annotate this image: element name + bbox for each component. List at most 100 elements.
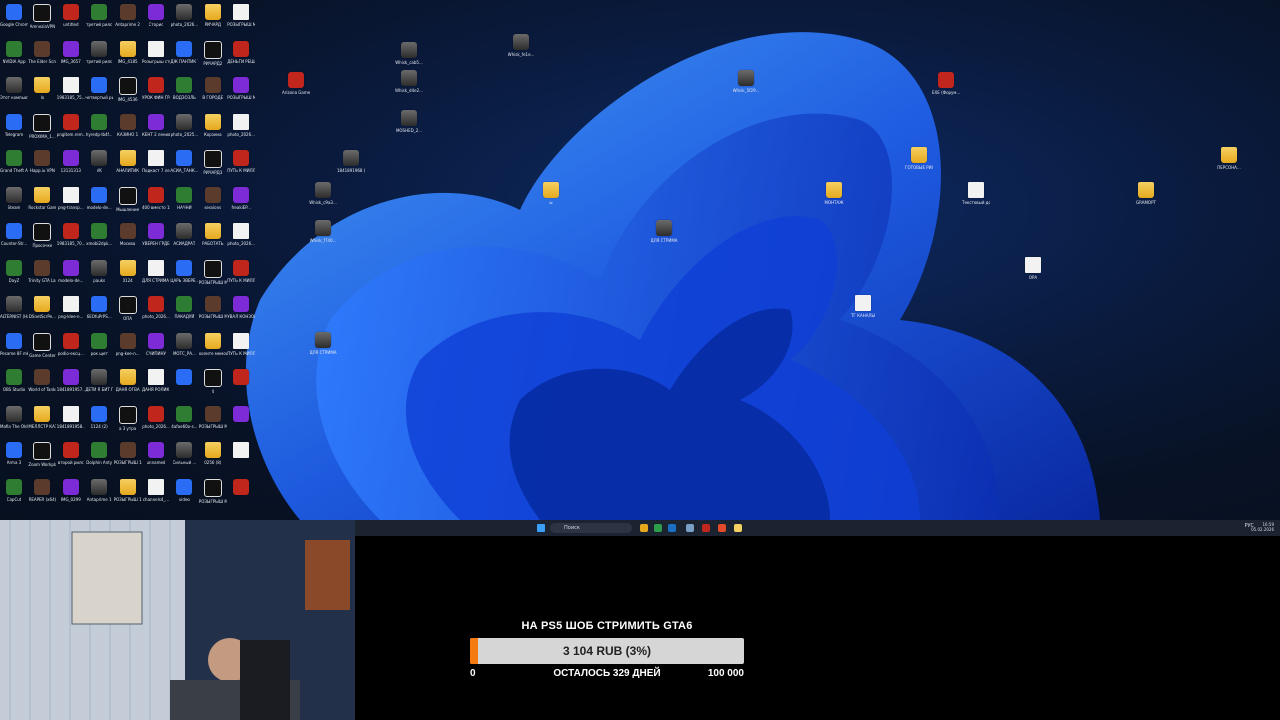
desktop-icon[interactable]: Happ.iu VPN xyxy=(29,150,55,173)
desktop-icon[interactable]: ПЕРСОНА... xyxy=(1216,147,1242,170)
desktop-icon[interactable]: Корзина xyxy=(200,113,226,137)
desktop-icon[interactable]: АСИАДРАТ xyxy=(171,223,197,246)
desktop-icon[interactable]: GRAMOPT xyxy=(1133,182,1159,205)
desktop-icon[interactable]: Steam xyxy=(1,186,27,210)
desktop-icon[interactable]: xmobi2dpk... xyxy=(86,223,112,246)
desktop-icon[interactable]: photo_2026... xyxy=(227,113,255,137)
desktop-icon[interactable]: третий рилс xyxy=(86,40,112,64)
desktop-icon[interactable]: 1983185_75... xyxy=(57,77,85,100)
taskbar-app-icon[interactable] xyxy=(734,524,742,532)
desktop-icon[interactable]: png-kee-n... xyxy=(115,332,141,356)
desktop-icon[interactable]: NVIDIA App xyxy=(1,40,27,64)
desktop-icon[interactable] xyxy=(228,369,254,387)
desktop-icon[interactable]: VK xyxy=(86,150,112,173)
desktop-icon[interactable]: ДЕНЬГИ РЕШАЮТ xyxy=(227,40,255,64)
desktop-icon[interactable] xyxy=(171,369,197,387)
desktop-icon[interactable]: IMG_3657 xyxy=(58,40,84,64)
desktop-icon[interactable]: ALTERNIST (Hacwpoil) xyxy=(0,296,28,319)
desktop-icon[interactable]: РОЗЫГРЫШ МЕЛЛСТР... xyxy=(199,405,227,429)
desktop-icon[interactable]: Whisk_d4e2... xyxy=(395,70,423,93)
desktop-icon[interactable]: РОЗЫГРЫШ МЕЛЛСТР... xyxy=(227,77,255,100)
desktop-icon[interactable]: Google Chrome xyxy=(0,4,28,27)
desktop-icon[interactable]: png-transp... xyxy=(58,186,84,210)
desktop-icon[interactable]: CapCut xyxy=(1,478,27,502)
desktop-icon[interactable]: hyredp-lb4f... xyxy=(86,113,112,137)
desktop-icon[interactable]: 4 xyxy=(200,369,226,394)
desktop-icon[interactable]: РИЧАРД3 xyxy=(200,150,226,175)
desktop-icon[interactable]: РОЗЫГРЫШ 1 xyxy=(114,442,142,465)
desktop-icon[interactable]: podio-ексц... xyxy=(58,332,84,356)
desktop-icon[interactable]: РОЗЫГРЫШ МЕЛЛСТР... xyxy=(199,259,227,285)
desktop-icon[interactable]: PROXIMA_1... xyxy=(29,113,56,139)
desktop-icon[interactable]: холите мемостройк xyxy=(199,332,227,356)
desktop-icon[interactable]: РАБОТАТЬ xyxy=(200,223,226,246)
windows-start-icon[interactable] xyxy=(537,524,545,532)
desktop-icon[interactable]: четвертый рилс xyxy=(85,77,113,100)
desktop-icon[interactable]: Whisk_c9a3... xyxy=(309,182,337,205)
desktop-icon[interactable]: 1841891957... xyxy=(57,369,85,392)
desktop-icon[interactable]: DSnetScrPe... xyxy=(29,296,56,319)
desktop-icon[interactable]: modelo-de... xyxy=(58,259,84,283)
desktop-icon[interactable]: IMG_4185 xyxy=(115,40,141,64)
desktop-icon[interactable]: 1124 (2) xyxy=(86,405,112,429)
desktop-icon[interactable]: Whisk_f740... xyxy=(310,220,336,243)
desktop-icon[interactable]: ОПА xyxy=(115,296,141,321)
desktop-icon[interactable]: photo_2026... xyxy=(142,405,170,429)
desktop-icon[interactable]: freakiEP... xyxy=(228,186,254,210)
desktop-icon[interactable]: Antaprime 2 xyxy=(115,4,141,27)
desktop-icon[interactable]: УВЕРЕН ГРДЕ xyxy=(142,223,170,246)
desktop-icon[interactable]: 13131313 xyxy=(58,150,84,173)
opera-icon[interactable] xyxy=(702,524,710,532)
telegram-icon[interactable] xyxy=(668,524,676,532)
desktop-icon[interactable]: КАЗИНО 1 xyxy=(115,113,141,137)
desktop-icon[interactable]: Zoom Workplace xyxy=(28,442,56,467)
desktop-icon[interactable]: IMG_0299 xyxy=(58,478,84,502)
desktop-icon[interactable]: Розыгрыш сторис xyxy=(142,40,170,64)
desktop-icon[interactable]: УВАЛ КОНЗОР... xyxy=(227,296,255,319)
desktop-icon[interactable]: СЧИПИНУ xyxy=(143,332,169,356)
chrome-icon[interactable] xyxy=(654,524,662,532)
desktop-icon[interactable]: ДЛЯ СТРИМА xyxy=(651,220,678,243)
desktop-icon[interactable]: ДЕТИ Я БИТ ПРОД xyxy=(85,369,113,392)
desktop-icon[interactable]: ы xyxy=(538,182,564,205)
desktop-icon[interactable]: РОЗЫГРЫШ 1Р xyxy=(114,478,142,502)
desktop-icon[interactable]: УРОК ФИН ГРАМОТ xyxy=(142,77,170,100)
desktop-icon[interactable]: рок щет xyxy=(86,332,112,356)
desktop-icon[interactable]: ДАНЯ РОЛИК 1 xyxy=(142,369,170,392)
desktop-icon[interactable]: Mafia The Old Country xyxy=(0,405,28,429)
desktop-icon[interactable]: второй рилс xyxy=(58,442,84,465)
desktop-icon[interactable]: ПУТЬ К МИЛЛИО... xyxy=(227,332,255,356)
obs-icon[interactable] xyxy=(718,524,726,532)
desktop-icon[interactable]: OBS Studio xyxy=(1,369,27,392)
desktop-icon[interactable]: Trinity GTA Launcher xyxy=(28,259,56,283)
desktop-icon[interactable]: третий рилс xyxy=(86,4,112,27)
desktop-icon[interactable]: World of Tanks RU xyxy=(28,369,56,392)
desktop-icon[interactable]: The Elder Scrolls Online xyxy=(28,40,56,64)
desktop-icon[interactable]: ПУТЬ К МИЛЛИО... xyxy=(227,259,255,283)
desktop-icon[interactable]: photo_2026... xyxy=(171,4,198,27)
desktop-icon[interactable]: Telegram xyxy=(1,113,27,137)
desktop-icon[interactable]: Москва xyxy=(115,223,141,246)
taskbar-search[interactable]: Поиск xyxy=(550,523,632,533)
desktop-icon[interactable]: Dolphin Anty xyxy=(86,442,112,465)
desktop-icon[interactable]: lo xyxy=(29,77,55,100)
desktop-icon[interactable]: MOSHED_2... xyxy=(396,110,422,133)
desktop-icon[interactable]: pngitem.rem... xyxy=(57,113,85,137)
desktop-icon[interactable]: АСИА_ТАНК... xyxy=(170,150,198,173)
desktop-icon[interactable]: НАЧНИ xyxy=(171,186,197,210)
desktop-icon[interactable]: Arma 3 xyxy=(1,442,27,465)
desktop-icon[interactable]: Counter-Str... xyxy=(1,223,27,246)
desktop-icon[interactable]: pauks xyxy=(86,259,112,283)
desktop-icon[interactable]: unnamed xyxy=(143,442,169,465)
desktop-icon[interactable]: ЦАРЬ ЗВЕРЕ... xyxy=(170,259,198,283)
desktop-icon[interactable] xyxy=(228,405,254,424)
desktop-icon[interactable]: channels4_... xyxy=(143,478,169,502)
taskbar-clock[interactable]: 16:59 05.02.2026 xyxy=(1251,522,1274,532)
desktop-icon[interactable]: Arizona Games ... xyxy=(282,72,310,95)
desktop-icon[interactable]: photo_2026... xyxy=(227,223,255,246)
desktop-icon[interactable]: Game Center xyxy=(29,332,56,358)
desktop-icon[interactable]: Текстовый документ xyxy=(962,182,990,205)
desktop-icon[interactable]: ТГ КАНАЛЫ xyxy=(850,295,876,318)
desktop-icon[interactable]: МЕЛЛСТР КАЗИНО xyxy=(28,405,56,429)
desktop-icon[interactable]: ОРА xyxy=(1020,257,1046,280)
